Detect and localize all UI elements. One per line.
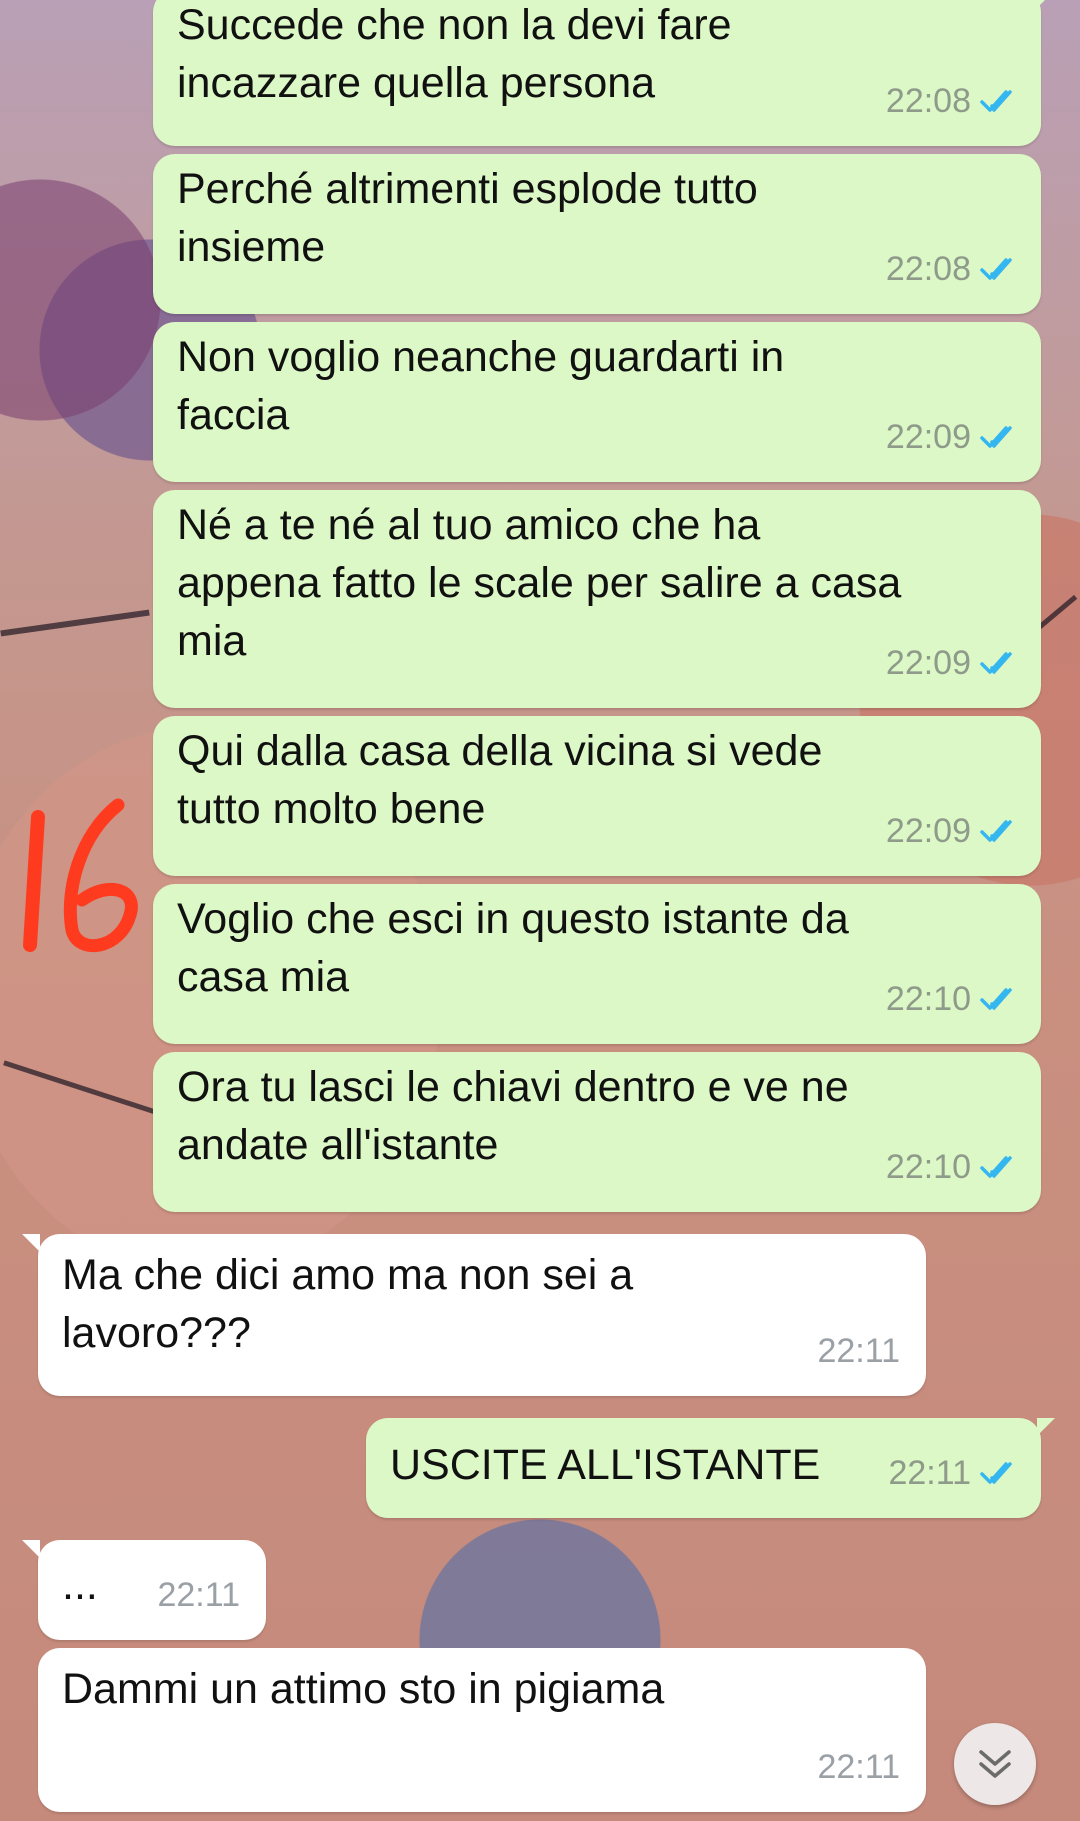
double-chevron-down-icon (979, 1750, 1011, 1778)
scroll-to-bottom-button[interactable] (954, 1723, 1036, 1805)
message-bubble-outgoing[interactable]: Qui dalla casa della vicina si vede tutt… (153, 716, 1041, 876)
message-bubble-outgoing[interactable]: Voglio che esci in questo istante da cas… (153, 884, 1041, 1044)
message-time: 22:11 (888, 1454, 971, 1492)
message-time: 22:08 (885, 250, 971, 288)
double-check-read-icon (980, 426, 1012, 448)
handwritten-annotation (23, 798, 138, 952)
double-check-read-icon (980, 258, 1012, 280)
message-meta: 22:11 (817, 1322, 900, 1380)
message-bubble-incoming[interactable]: ... 22:11 (22, 1540, 266, 1640)
message-bubble-outgoing[interactable]: Ora tu lasci le chiavi dentro e ve ne an… (153, 1052, 1041, 1212)
double-check-read-icon (980, 820, 1012, 842)
bubble-tail (1037, 1418, 1055, 1436)
message-meta: 22:09 (886, 408, 1021, 466)
double-check-read-icon (980, 652, 1012, 674)
message-text: Dammi un attimo sto in pigiama (62, 1665, 665, 1713)
message-bubble-outgoing[interactable]: Non voglio neanche guardarti in faccia 2… (153, 322, 1041, 482)
double-check-read-icon (980, 1156, 1012, 1178)
bubble-tail (22, 1540, 40, 1558)
message-time: 22:11 (157, 1576, 240, 1614)
message-time: 22:09 (885, 812, 971, 850)
double-check-read-icon (980, 1462, 1012, 1484)
message-meta: 22:11 (157, 1566, 240, 1624)
message-time: 22:10 (885, 980, 971, 1018)
message-meta: 22:08 (886, 240, 1021, 298)
chat-message-list[interactable]: Succede che non la devi fare incazzare q… (0, 0, 1080, 1821)
message-bubble-outgoing[interactable]: Succede che non la devi fare incazzare q… (153, 0, 1055, 146)
message-meta: 22:11 (888, 1444, 1021, 1502)
message-bubble-incoming[interactable]: Dammi un attimo sto in pigiama 22:11 (38, 1648, 926, 1812)
message-meta: 22:09 (886, 634, 1021, 692)
message-time: 22:09 (885, 644, 971, 682)
message-meta: 22:11 (817, 1738, 900, 1796)
message-meta: 22:08 (886, 72, 1021, 130)
message-bubble-incoming[interactable]: Ma che dici amo ma non sei a lavoro??? 2… (22, 1234, 926, 1396)
message-time: 22:09 (885, 418, 971, 456)
message-meta: 22:10 (886, 1138, 1021, 1196)
bubble-tail (22, 1234, 40, 1252)
bubble-tail (1037, 0, 1055, 8)
message-bubble-outgoing[interactable]: USCITE ALL'ISTANTE 22:11 (366, 1418, 1055, 1518)
message-bubble-outgoing[interactable]: Né a te né al tuo amico che ha appena fa… (153, 490, 1041, 708)
message-time: 22:11 (817, 1748, 900, 1786)
message-time: 22:11 (817, 1332, 900, 1370)
message-time: 22:10 (885, 1148, 971, 1186)
message-meta: 22:09 (886, 802, 1021, 860)
message-bubble-outgoing[interactable]: Perché altrimenti esplode tutto insieme … (153, 154, 1041, 314)
message-meta: 22:10 (886, 970, 1021, 1028)
double-check-read-icon (980, 90, 1012, 112)
message-time: 22:08 (885, 82, 971, 120)
double-check-read-icon (980, 988, 1012, 1010)
message-text: Ma che dici amo ma non sei a lavoro??? (62, 1251, 634, 1357)
